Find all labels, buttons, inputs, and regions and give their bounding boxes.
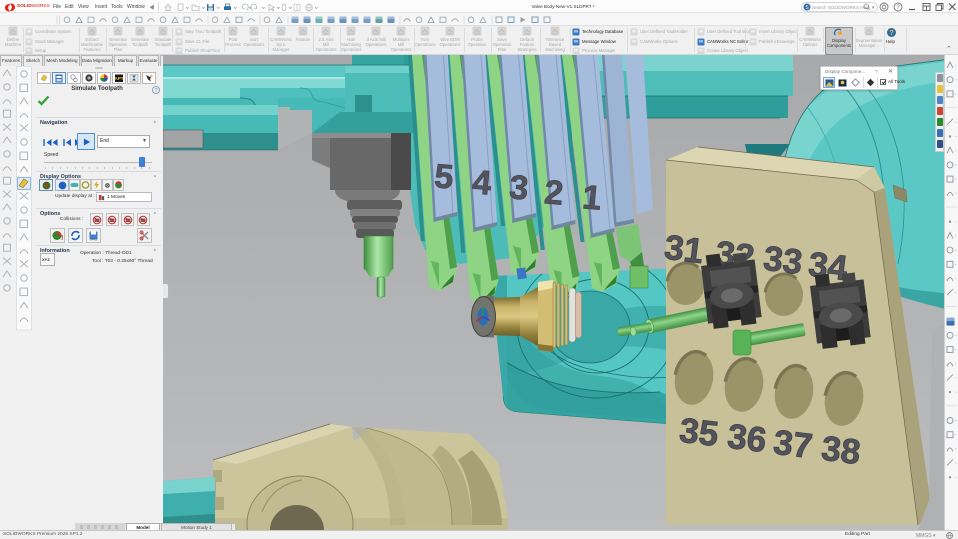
svg-text:35: 35 bbox=[677, 411, 720, 454]
svg-text:⊗: ⊗ bbox=[105, 183, 111, 190]
svg-text:33: 33 bbox=[761, 239, 804, 282]
svg-text:2: 2 bbox=[543, 173, 565, 213]
svg-text:4: 4 bbox=[471, 163, 493, 203]
svg-text:APT: APT bbox=[115, 76, 124, 81]
svg-text:31: 31 bbox=[662, 228, 705, 271]
svg-text:!: ! bbox=[61, 235, 63, 241]
svg-text:?: ? bbox=[154, 88, 157, 94]
svg-text:5: 5 bbox=[433, 157, 455, 197]
svg-text:37: 37 bbox=[771, 423, 814, 466]
svg-text:JPG: JPG bbox=[90, 237, 98, 242]
svg-text:?: ? bbox=[889, 30, 893, 37]
svg-text:36: 36 bbox=[725, 417, 768, 460]
svg-text:1: 1 bbox=[581, 178, 603, 218]
svg-text:38: 38 bbox=[819, 429, 862, 472]
svg-text:3: 3 bbox=[508, 168, 530, 208]
